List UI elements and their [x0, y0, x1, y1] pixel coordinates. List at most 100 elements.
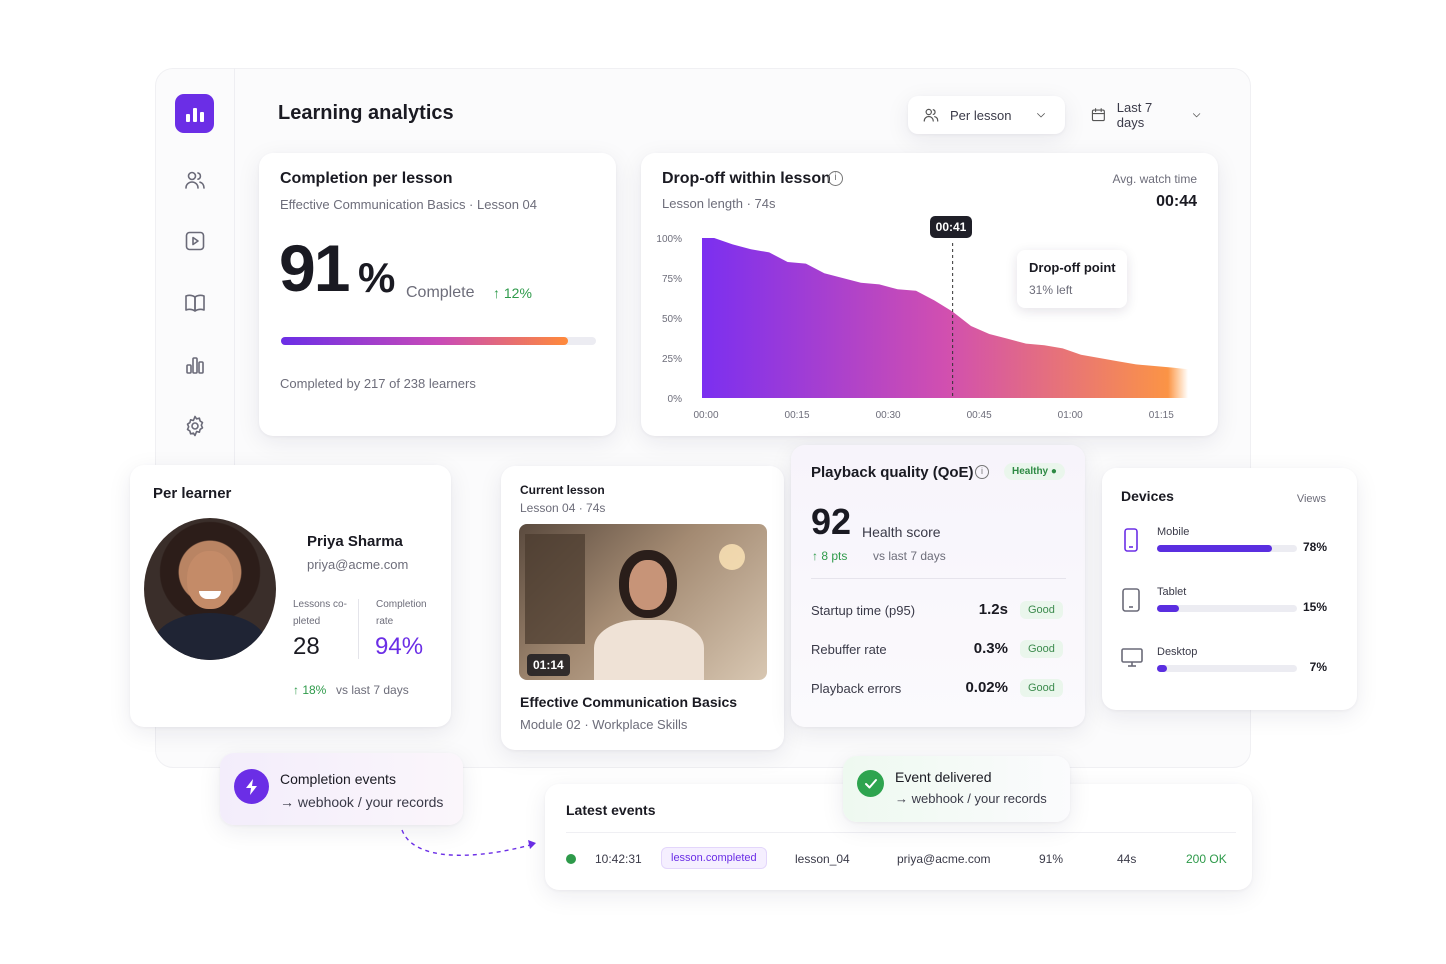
desktop-icon	[1120, 647, 1144, 674]
x-tick-label: 00:15	[785, 410, 810, 421]
qoe-metric-label: Rebuffer rate	[811, 642, 887, 657]
users-icon[interactable]	[183, 168, 207, 192]
dropoff-subtitle: Lesson length · 74s	[662, 196, 776, 211]
book-icon[interactable]	[183, 291, 207, 315]
mobile-icon	[1120, 527, 1142, 558]
lesson-title: Effective Communication Basics	[520, 694, 738, 710]
qoe-score-label: Health score	[862, 524, 941, 540]
app-logo[interactable]	[175, 94, 214, 133]
completion-title: Completion per lesson	[280, 170, 453, 187]
qoe-score: 92	[811, 501, 852, 542]
lesson-module: Module 02 · Workplace Skills	[520, 717, 688, 732]
dropoff-title: Drop-off within lesson	[662, 170, 831, 187]
chevron-down-icon	[1037, 113, 1046, 118]
info-icon[interactable]: i	[975, 465, 989, 479]
event-type-tag[interactable]: lesson.completed	[661, 847, 767, 869]
delivered-title: Event delivered	[895, 769, 992, 785]
qoe-status-label: Healthy	[1012, 466, 1049, 477]
event-duration: 44s	[1117, 852, 1137, 866]
learner-delta: ↑ 18%	[293, 683, 327, 697]
calendar-icon	[1091, 108, 1105, 122]
current-lesson-meta: Lesson 04 · 74s	[520, 501, 606, 515]
users-icon	[923, 108, 939, 122]
completion-events-callout: Completion events → webhook / your recor…	[220, 753, 463, 825]
device-label: Desktop	[1157, 646, 1198, 658]
learner-card: Per learner Priya Sharma priya@acme.com …	[130, 465, 451, 727]
date-range-select[interactable]: Last 7 days	[1076, 96, 1216, 134]
info-icon[interactable]: i	[828, 171, 843, 186]
tooltip-value: 31% left	[1029, 283, 1073, 297]
dropoff-chart: 100% 75% 50% 25% 0% 00:00 00:15 00:30 00:45 01:0…	[656, 213, 1188, 421]
lessons-label-2: pleted	[293, 616, 321, 627]
qoe-status-badge: Healthy ●	[1004, 463, 1065, 480]
qoe-delta: ↑ 8 pts	[812, 549, 848, 563]
y-tick-label: 0%	[668, 394, 683, 405]
marker-time-label: 00:41	[929, 216, 973, 238]
learner-section-title: Per learner	[153, 485, 232, 502]
qoe-metric-badge: Good	[1020, 601, 1063, 619]
event-time: 10:42:31	[595, 852, 642, 866]
completion-value: 91	[279, 231, 350, 305]
devices-title: Devices	[1121, 488, 1174, 504]
device-value: 7%	[1309, 660, 1327, 674]
check-icon	[857, 770, 884, 797]
qoe-metric-label: Playback errors	[811, 681, 902, 696]
event-delivered-callout: Event delivered → webhook / your records	[843, 756, 1070, 822]
dropoff-tooltip: Drop-off point 31% left	[1017, 250, 1127, 308]
learner-delta-suffix: vs last 7 days	[336, 683, 409, 697]
device-bar-fill	[1157, 545, 1272, 552]
event-lesson: lesson_04	[795, 852, 850, 866]
x-tick-label: 00:00	[693, 410, 718, 421]
delivered-sub: → webhook / your records	[895, 791, 1047, 806]
device-bar-track	[1157, 545, 1297, 552]
completion-unit: %	[358, 254, 396, 301]
current-lesson-label: Current lesson	[520, 483, 605, 497]
flow-arrow	[401, 829, 536, 856]
device-bar-track	[1157, 605, 1297, 612]
webhook-title: Completion events	[280, 771, 396, 787]
qoe-metric-value: 0.3%	[973, 640, 1008, 657]
settings-icon[interactable]	[183, 414, 207, 438]
page-title: Learning analytics	[278, 102, 454, 124]
x-tick-label: 01:00	[1058, 410, 1083, 421]
chevron-down-icon	[1192, 113, 1201, 118]
qoe-delta-suffix: vs last 7 days	[873, 549, 946, 563]
learner-name: Priya Sharma	[307, 533, 403, 550]
y-tick-label: 50%	[662, 314, 682, 325]
y-tick-label: 75%	[662, 274, 682, 285]
qoe-metric-badge: Good	[1020, 679, 1063, 697]
video-timestamp: 01:14	[527, 654, 570, 676]
x-tick-label: 00:30	[876, 410, 901, 421]
lesson-video-thumbnail[interactable]: 01:14	[519, 524, 767, 680]
divider	[358, 599, 359, 659]
completion-subtitle: Effective Communication Basics · Lesson …	[280, 197, 537, 212]
learner-email: priya@acme.com	[307, 557, 409, 572]
lightning-icon	[234, 769, 269, 804]
latest-events-title: Latest events	[566, 802, 656, 818]
divider	[811, 578, 1066, 579]
completion-footer: Completed by 217 of 238 learners	[280, 376, 476, 391]
completion-delta: ↑ 12%	[493, 285, 532, 301]
tooltip-title: Drop-off point	[1029, 260, 1116, 275]
view-select[interactable]: Per lesson	[908, 96, 1065, 134]
rate-label-2: rate	[376, 616, 394, 627]
bar-chart-icon[interactable]	[183, 353, 207, 377]
completion-card: Completion per lesson Effective Communic…	[259, 153, 616, 436]
current-lesson-card: Current lesson Lesson 04 · 74s 01:14 Eff…	[501, 466, 784, 750]
completion-progress-track	[281, 337, 596, 345]
device-label: Mobile	[1157, 526, 1190, 538]
device-value: 15%	[1302, 600, 1327, 614]
play-icon[interactable]	[183, 229, 207, 253]
qoe-card: Playback quality (QoE) i Healthy ● 92 He…	[791, 445, 1085, 727]
lessons-label-1: Lessons co-	[293, 599, 347, 610]
device-value: 78%	[1302, 540, 1327, 554]
qoe-metric-value: 1.2s	[978, 601, 1008, 618]
qoe-metric-value: 0.02%	[965, 679, 1008, 696]
tablet-icon	[1120, 587, 1142, 618]
completion-label: Complete	[406, 284, 475, 301]
event-email: priya@acme.com	[897, 852, 991, 866]
event-status: 200 OK	[1186, 852, 1227, 866]
qoe-title: Playback quality (QoE)	[811, 464, 974, 481]
y-tick-label: 25%	[662, 354, 682, 365]
devices-card: Devices Views Mobile 78% Tablet 15% Desktop 7…	[1102, 468, 1357, 710]
